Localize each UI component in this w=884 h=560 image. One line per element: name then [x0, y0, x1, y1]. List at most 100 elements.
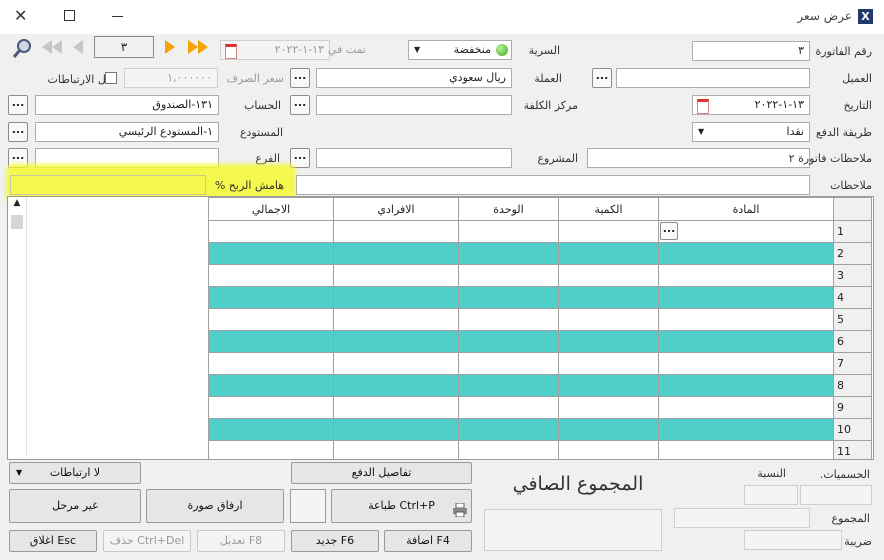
project-field[interactable] — [316, 148, 512, 168]
image-thumbnail[interactable] — [290, 489, 326, 523]
grid-cell[interactable] — [458, 352, 559, 375]
first-record-icon[interactable] — [40, 38, 64, 56]
payment-method-select[interactable]: ▼ نقدا — [692, 122, 810, 142]
account-field[interactable]: ١٣١-الصندوق — [35, 95, 219, 115]
currency-field[interactable]: ريال سعودي — [316, 68, 512, 88]
cost-center-field[interactable] — [316, 95, 512, 115]
lock-links-checkbox[interactable] — [105, 72, 117, 84]
grid-cell[interactable] — [658, 418, 834, 441]
grid-cell[interactable] — [208, 396, 334, 419]
grid-cell[interactable] — [558, 374, 659, 397]
grid-cell[interactable] — [333, 330, 459, 353]
previous-record-icon[interactable] — [70, 38, 86, 56]
grid-cell[interactable] — [558, 330, 659, 353]
grid-cell[interactable] — [333, 352, 459, 375]
items-grid[interactable]: ▲ الاجمالي الافرادي الوحدة الكمية المادة… — [7, 196, 874, 460]
grid-cell[interactable] — [558, 440, 659, 459]
table-row[interactable]: 10 — [208, 418, 872, 441]
grid-cell[interactable] — [333, 374, 459, 397]
grid-cell[interactable] — [208, 418, 334, 441]
column-unit-header[interactable]: الوحدة — [458, 197, 559, 221]
search-icon[interactable] — [12, 37, 34, 59]
column-unit-price-header[interactable]: الافرادي — [333, 197, 459, 221]
account-browse-button[interactable]: ... — [8, 95, 28, 115]
grid-cell[interactable] — [208, 440, 334, 459]
grid-cell[interactable] — [333, 440, 459, 459]
currency-browse-button[interactable]: ... — [290, 68, 310, 88]
unposted-button[interactable]: غير مرحل — [9, 489, 141, 523]
serial-select[interactable]: ▼ منخفضة — [408, 40, 512, 60]
grid-cell[interactable] — [458, 286, 559, 309]
grid-cell[interactable] — [558, 308, 659, 331]
grid-cell[interactable] — [208, 220, 334, 243]
grid-cell[interactable] — [208, 242, 334, 265]
next-record-icon[interactable] — [162, 38, 178, 56]
grid-cell[interactable] — [333, 418, 459, 441]
grid-cell[interactable] — [558, 264, 659, 287]
grid-cell[interactable] — [658, 308, 834, 331]
grid-cell[interactable] — [458, 264, 559, 287]
attach-image-button[interactable]: ارفاق صورة — [146, 489, 284, 523]
grid-cell[interactable] — [208, 264, 334, 287]
no-links-dropdown[interactable]: ▼ لا ارتباطات — [9, 462, 141, 484]
grid-cell[interactable] — [333, 308, 459, 331]
discount-value-field[interactable] — [800, 485, 872, 505]
date-field[interactable]: ١٣-١-٢٠٢٢ — [692, 95, 810, 115]
grid-cell[interactable] — [658, 330, 834, 353]
table-row[interactable]: 7 — [208, 352, 872, 375]
add-button[interactable]: اضافة F4 — [384, 530, 472, 552]
customer-field[interactable] — [616, 68, 810, 88]
invoice-notes2-field[interactable] — [587, 148, 810, 168]
close-icon[interactable]: ✕ — [14, 7, 34, 27]
grid-cell[interactable] — [558, 242, 659, 265]
grid-cell[interactable] — [333, 396, 459, 419]
grid-cell[interactable] — [558, 396, 659, 419]
grid-cell[interactable] — [333, 220, 459, 243]
warehouse-field[interactable]: ١-المستودع الرئيسي — [35, 122, 219, 142]
table-row[interactable]: 9 — [208, 396, 872, 419]
grid-cell[interactable] — [658, 264, 834, 287]
table-row[interactable]: ... 1 — [208, 220, 872, 243]
warehouse-browse-button[interactable]: ... — [8, 122, 28, 142]
column-item-header[interactable]: المادة — [658, 197, 834, 221]
total-field[interactable] — [674, 508, 810, 528]
scroll-up-icon[interactable]: ▲ — [8, 197, 26, 209]
grid-cell[interactable] — [658, 352, 834, 375]
edit-button[interactable]: تعديل F8 — [197, 530, 285, 552]
grid-cell[interactable] — [208, 352, 334, 375]
invoice-number-field[interactable]: ٣ — [692, 41, 810, 61]
done-in-date-field[interactable]: ١٣-١-٢٠٢٢ — [220, 40, 330, 60]
grid-cell[interactable] — [458, 418, 559, 441]
table-row[interactable]: 2 — [208, 242, 872, 265]
grid-cell[interactable] — [658, 440, 834, 459]
grid-cell[interactable] — [658, 242, 834, 265]
scroll-thumb[interactable] — [11, 215, 23, 229]
last-record-icon[interactable] — [186, 38, 210, 56]
grid-cell[interactable] — [458, 242, 559, 265]
column-total-header[interactable]: الاجمالي — [208, 197, 334, 221]
grid-cell[interactable] — [458, 308, 559, 331]
table-row[interactable]: 8 — [208, 374, 872, 397]
table-row[interactable]: 5 — [208, 308, 872, 331]
grid-cell[interactable] — [333, 264, 459, 287]
grid-cell[interactable] — [208, 286, 334, 309]
profit-margin-field[interactable] — [10, 175, 206, 195]
customer-browse-button[interactable]: ... — [592, 68, 612, 88]
maximize-icon[interactable] — [64, 10, 75, 21]
grid-cell[interactable] — [458, 220, 559, 243]
record-number-field[interactable]: ٣ — [94, 36, 154, 58]
grid-cell[interactable] — [658, 374, 834, 397]
grid-cell[interactable]: ... — [658, 220, 834, 243]
notes-field[interactable] — [296, 175, 810, 195]
minimize-icon[interactable] — [112, 16, 123, 17]
grid-cell[interactable] — [458, 330, 559, 353]
grid-cell[interactable] — [333, 286, 459, 309]
item-browse-button[interactable]: ... — [660, 222, 678, 240]
grid-cell[interactable] — [458, 396, 559, 419]
grid-cell[interactable] — [208, 374, 334, 397]
grid-cell[interactable] — [558, 418, 659, 441]
grid-cell[interactable] — [558, 220, 659, 243]
table-row[interactable]: 4 — [208, 286, 872, 309]
vertical-scrollbar[interactable]: ▲ — [8, 197, 27, 457]
discount-ratio-field[interactable] — [744, 485, 798, 505]
